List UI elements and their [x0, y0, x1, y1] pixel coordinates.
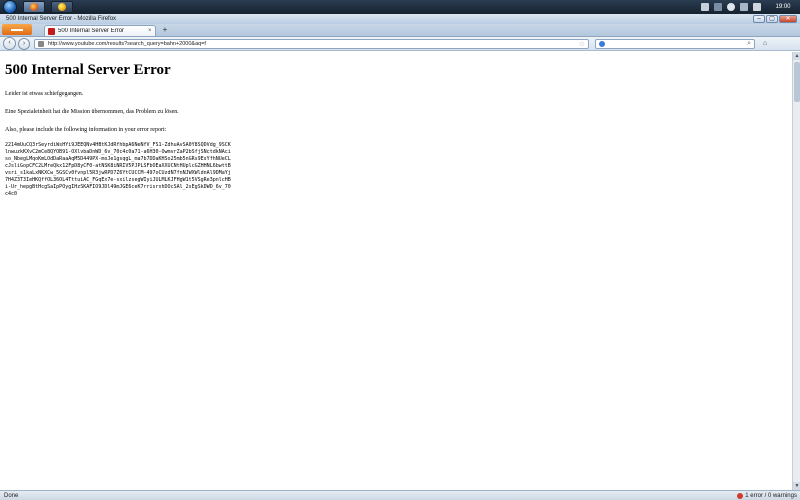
scroll-down-icon[interactable]: ▼ [793, 482, 800, 490]
error-icon [737, 492, 744, 499]
status-bar: Done 1 error / 0 warnings [0, 490, 800, 500]
close-window-button[interactable]: ✕ [779, 15, 797, 23]
tab-active[interactable]: 500 Internal Server Error × [44, 25, 156, 36]
window-titlebar[interactable]: 500 Internal Server Error - Mozilla Fire… [0, 14, 800, 24]
bookmark-star-icon[interactable]: ☆ [579, 40, 585, 48]
search-input[interactable]: ⌕ [595, 38, 755, 49]
error-message: Leider ist etwas schiefgegangen. [5, 91, 84, 97]
page-content: 500 Internal Server Error Leider ist etw… [0, 52, 792, 490]
url-text[interactable]: http://www.youtube.com/results?search_qu… [48, 41, 206, 47]
page-title: 500 Internal Server Error [5, 62, 171, 78]
new-tab-button[interactable]: + [159, 26, 171, 35]
tab-bar: 500 Internal Server Error × + [0, 24, 800, 37]
search-engine-icon[interactable] [599, 40, 605, 47]
firefox-icon [30, 3, 38, 11]
forward-button[interactable]: › [18, 37, 30, 50]
start-button[interactable] [3, 0, 17, 14]
tab-favicon-icon [48, 27, 55, 35]
media-player-icon [58, 3, 66, 11]
tray-volume-icon[interactable] [753, 3, 761, 11]
tray-update-icon[interactable] [727, 3, 735, 11]
menu-icon [11, 28, 23, 31]
url-bar[interactable]: http://www.youtube.com/results?search_qu… [34, 38, 589, 49]
tray-battery-icon[interactable] [740, 3, 748, 11]
scroll-thumb[interactable] [794, 62, 800, 102]
taskbar-clock[interactable]: 19:00 [766, 4, 800, 10]
error-report-dump[interactable]: 2214mUuCQ3rSeyrdiWsHYi9JEEQNv4HBtKJdRfhb… [5, 142, 233, 198]
error-report-instruction: Also, please include the following infor… [5, 127, 167, 133]
error-console-indicator[interactable]: 1 error / 0 warnings [737, 492, 797, 499]
taskbar-media-button[interactable] [51, 1, 73, 13]
back-button[interactable]: ‹ [3, 37, 16, 50]
error-count: 1 error / 0 warnings [745, 492, 797, 499]
minimize-button[interactable]: – [753, 15, 765, 23]
site-identity-icon[interactable] [38, 40, 44, 47]
window-title: 500 Internal Server Error - Mozilla Fire… [6, 16, 117, 22]
scroll-up-icon[interactable]: ▲ [793, 52, 800, 60]
search-icon[interactable]: ⌕ [747, 40, 751, 48]
maximize-button[interactable]: ▢ [766, 15, 778, 23]
tray-flag-icon[interactable] [701, 3, 709, 11]
error-description: Eine Spezialeinheit hat die Mission über… [5, 109, 179, 115]
taskbar-firefox-button[interactable] [23, 1, 45, 13]
home-button[interactable]: ⌂ [759, 39, 771, 49]
tray-network-icon[interactable] [714, 3, 722, 11]
tab-close-icon[interactable]: × [148, 28, 152, 34]
status-text: Done [4, 492, 19, 499]
firefox-menu-button[interactable] [2, 24, 32, 35]
tab-label: 500 Internal Server Error [58, 28, 125, 34]
navigation-toolbar: ‹ › http://www.youtube.com/results?searc… [0, 37, 800, 51]
taskbar: 19:00 [0, 0, 800, 14]
vertical-scrollbar[interactable]: ▲ ▼ [792, 52, 800, 490]
